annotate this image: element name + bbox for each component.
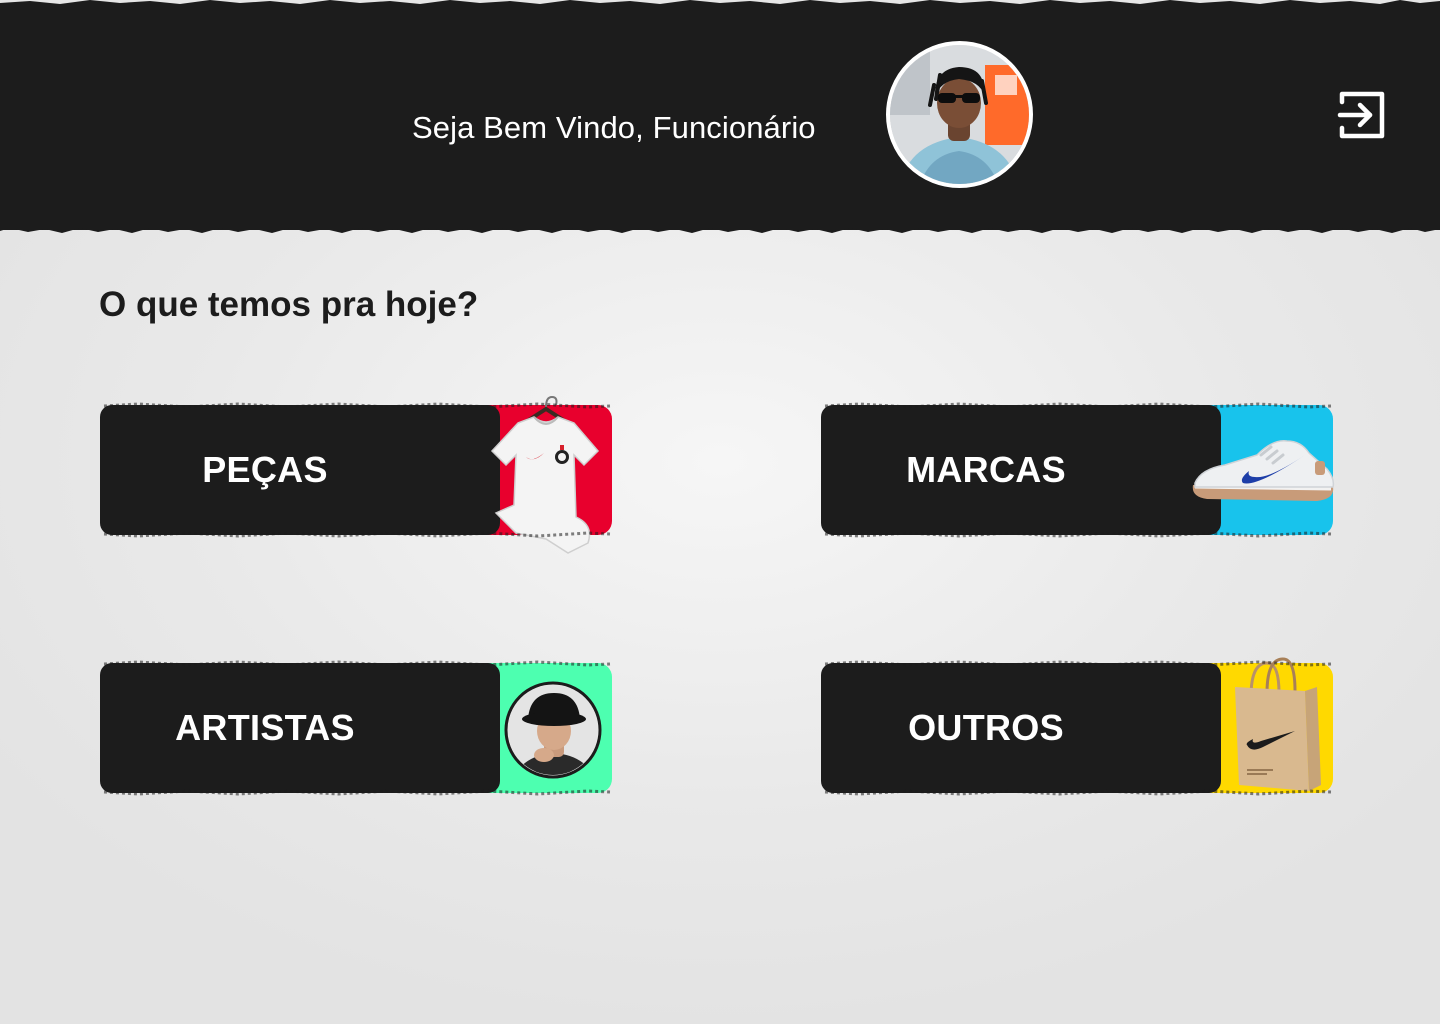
header-rough-edge-top — [0, 0, 1440, 4]
category-label: ARTISTAS — [175, 707, 355, 748]
category-label: PEÇAS — [202, 449, 328, 490]
user-avatar-image — [890, 45, 1029, 184]
section-title: O que temos pra hoje? — [99, 285, 479, 324]
welcome-message: Seja Bem Vindo, Funcionário — [412, 110, 816, 145]
category-label: MARCAS — [906, 449, 1066, 490]
header-rough-edge — [0, 224, 1440, 233]
logout-icon — [1337, 91, 1385, 139]
shopping-bag-icon — [1235, 657, 1321, 791]
category-label: OUTROS — [908, 707, 1064, 748]
logout-button[interactable] — [1334, 88, 1390, 142]
category-card-outros[interactable]: OUTROS — [821, 657, 1333, 796]
top-header: Seja Bem Vindo, Funcionário — [0, 0, 1440, 230]
jersey-icon — [490, 395, 600, 554]
category-card-marcas[interactable]: MARCAS — [821, 402, 1335, 538]
user-avatar[interactable] — [886, 41, 1033, 188]
artist-avatar — [504, 681, 602, 779]
category-card-artistas[interactable]: ARTISTAS — [100, 660, 612, 796]
sneaker-icon — [1192, 440, 1335, 501]
category-card-pecas[interactable]: PEÇAS — [100, 395, 612, 554]
